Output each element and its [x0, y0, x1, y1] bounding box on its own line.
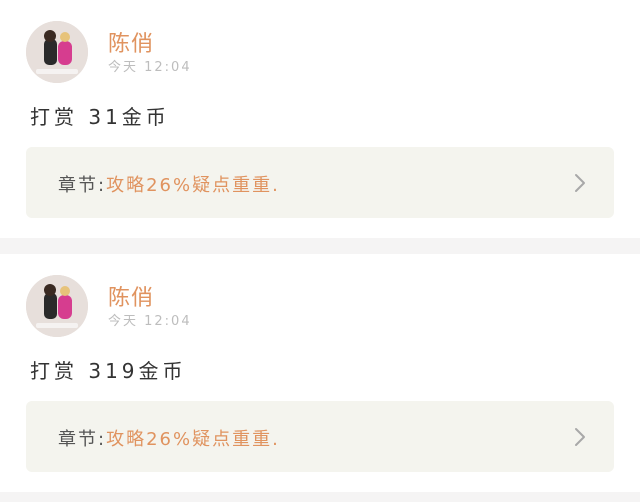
user-name: 陈俏: [108, 32, 155, 57]
chapter-card[interactable]: 章节:攻略26%疑点重重.: [26, 401, 614, 472]
reward-message: 打赏 319金币: [30, 359, 187, 383]
chapter-label: 章节:: [58, 175, 107, 196]
timestamp: 今天 12:04: [108, 60, 192, 75]
list-item: 陈俏 今天 12:04 打赏 319金币 章节:攻略26%疑点重重.: [0, 254, 640, 492]
chapter-label: 章节:: [58, 429, 107, 450]
list-item: 陈俏 今天 12:04 打赏 31金币 章节:攻略26%疑点重重.: [0, 0, 640, 238]
avatar-icon[interactable]: [26, 275, 88, 337]
chapter-title: 攻略26%疑点重重.: [106, 175, 280, 196]
timestamp: 今天 12:04: [108, 314, 192, 329]
chapter-text: 章节:攻略26%疑点重重.: [58, 171, 280, 197]
chapter-text: 章节:攻略26%疑点重重.: [58, 425, 280, 451]
separator: [0, 238, 640, 254]
reward-feed: 陈俏 今天 12:04 打赏 31金币 章节:攻略26%疑点重重. 陈俏 今天: [0, 0, 640, 502]
chevron-right-icon: [575, 428, 585, 446]
separator: [0, 492, 640, 502]
chapter-title: 攻略26%疑点重重.: [106, 429, 280, 450]
avatar-icon[interactable]: [26, 21, 88, 83]
chapter-card[interactable]: 章节:攻略26%疑点重重.: [26, 147, 614, 218]
chevron-right-icon: [575, 174, 585, 192]
reward-message: 打赏 31金币: [30, 105, 170, 129]
user-name: 陈俏: [108, 286, 155, 311]
